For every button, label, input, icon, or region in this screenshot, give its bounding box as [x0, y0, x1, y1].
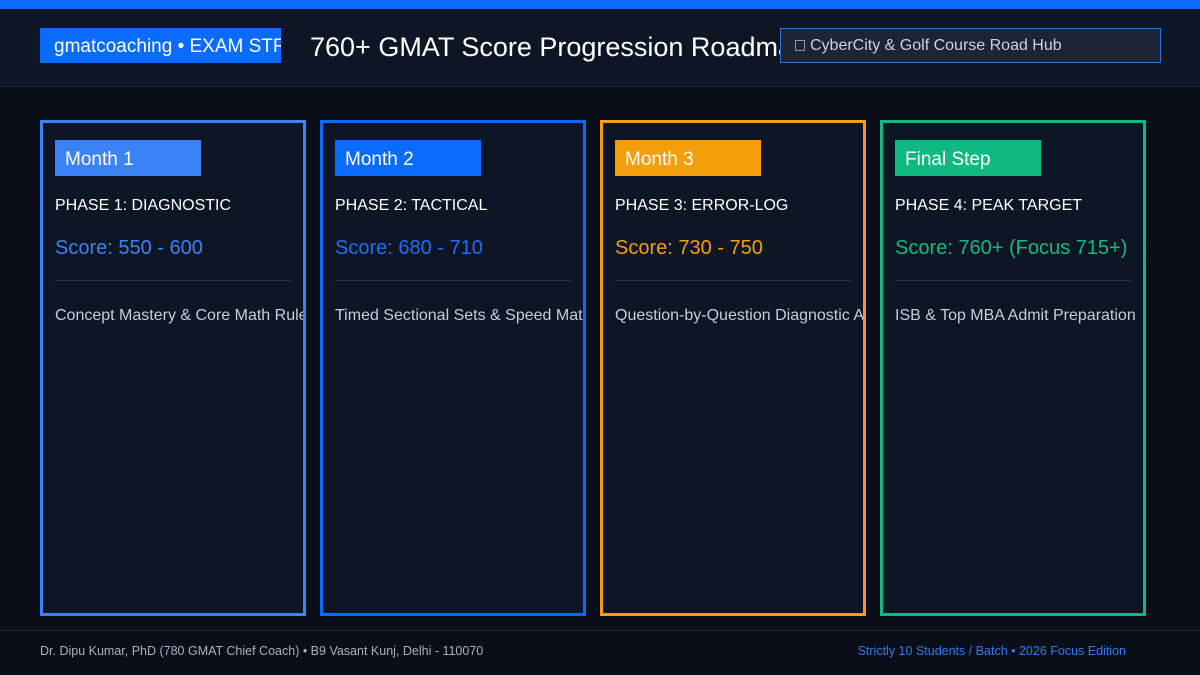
- card-divider: [55, 280, 291, 281]
- card-phase-title: PHASE 1: DIAGNOSTIC: [55, 197, 232, 214]
- location-pin-icon: [795, 40, 805, 51]
- roadmap-card-3: Month 3 PHASE 3: ERROR-LOG Score: 730 - …: [600, 120, 866, 616]
- page-title: 760+ GMAT Score Progression Roadmap: [310, 32, 808, 62]
- footer: Dr. Dipu Kumar, PhD (780 GMAT Chief Coac…: [0, 630, 1200, 675]
- card-focus: ISB & Top MBA Admit Preparation: [895, 307, 1136, 324]
- card-badge: Month 1: [55, 140, 201, 176]
- card-divider: [895, 280, 1131, 281]
- card-score: Score: 760+ (Focus 715+): [895, 237, 1128, 259]
- card-divider: [335, 280, 571, 281]
- roadmap-card-4: Final Step PHASE 4: PEAK TARGET Score: 7…: [880, 120, 1146, 616]
- card-divider: [615, 280, 851, 281]
- card-score: Score: 550 - 600: [55, 237, 203, 259]
- card-focus: Timed Sectional Sets & Speed Math: [335, 307, 586, 324]
- card-phase-title: PHASE 3: ERROR-LOG: [615, 197, 789, 214]
- brand-tag: gmatcoaching • EXAM STRATEGY: [40, 28, 281, 63]
- header: gmatcoaching • EXAM STRATEGY 760+ GMAT S…: [0, 9, 1200, 87]
- card-focus: Concept Mastery & Core Math Rules: [55, 307, 306, 324]
- card-badge: Month 3: [615, 140, 761, 176]
- card-score: Score: 730 - 750: [615, 237, 763, 259]
- card-badge: Month 2: [335, 140, 481, 176]
- card-phase-title: PHASE 4: PEAK TARGET: [895, 197, 1083, 214]
- roadmap-card-2: Month 2 PHASE 2: TACTICAL Score: 680 - 7…: [320, 120, 586, 616]
- card-badge: Final Step: [895, 140, 1041, 176]
- footer-batch-note: Strictly 10 Students / Batch • 2026 Focu…: [857, 644, 1126, 658]
- location-text: CyberCity & Golf Course Road Hub: [810, 37, 1062, 54]
- roadmap-card-1: Month 1 PHASE 1: DIAGNOSTIC Score: 550 -…: [40, 120, 306, 616]
- card-score: Score: 680 - 710: [335, 237, 483, 259]
- card-focus: Question-by-Question Diagnostic Audit: [615, 307, 866, 324]
- footer-contact: Dr. Dipu Kumar, PhD (780 GMAT Chief Coac…: [40, 644, 484, 658]
- top-accent-bar: [0, 0, 1200, 9]
- location-box: CyberCity & Golf Course Road Hub: [780, 28, 1161, 63]
- card-phase-title: PHASE 2: TACTICAL: [335, 197, 488, 214]
